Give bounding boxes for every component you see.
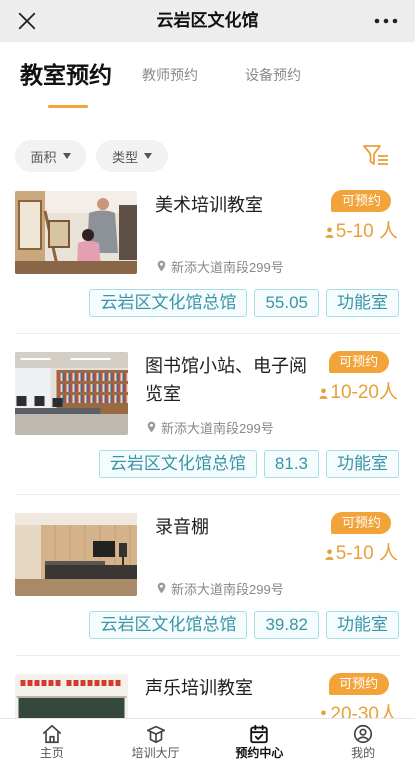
- room-tags: 云岩区文化馆总馆 39.82 功能室: [89, 611, 399, 639]
- status-badge: 可预约: [331, 512, 392, 534]
- status-badge: 可预约: [328, 351, 389, 373]
- room-status-column: 可预约 5-10 人: [325, 190, 398, 243]
- nav-item-home[interactable]: 主页: [0, 719, 104, 771]
- venue-tag: 云岩区文化馆总馆: [98, 450, 257, 478]
- filter-icon-graphic: [363, 145, 388, 165]
- user-icon: [352, 723, 374, 745]
- room-tags: 云岩区文化馆总馆 81.3 功能室: [98, 450, 399, 478]
- location-pin-icon: [147, 421, 156, 433]
- room-status-column: 可预约 5-10 人: [325, 512, 398, 565]
- close-icon-graphic: [18, 12, 36, 30]
- more-icon[interactable]: [373, 12, 399, 30]
- area-tag: 81.3: [263, 450, 319, 478]
- area-filter-label: 面积: [30, 149, 57, 165]
- capacity-value: 5-10 人: [335, 543, 398, 564]
- room-tags: 云岩区文化馆总馆 55.05 功能室: [89, 289, 399, 317]
- venue-tag: 云岩区文化馆总馆: [89, 289, 248, 317]
- room-status-column: 可预约 10-20人: [319, 351, 398, 404]
- room-title: 录音棚: [155, 517, 209, 537]
- more-icon-graphic: [374, 18, 398, 24]
- capacity-value: 10-20人: [330, 382, 398, 403]
- chevron-down-icon: [62, 153, 71, 159]
- divider: [15, 494, 400, 495]
- capacity: 5-10 人: [325, 543, 398, 565]
- person-icon: [325, 548, 334, 560]
- category-tag: 功能室: [326, 289, 399, 317]
- room-photo: [15, 352, 128, 435]
- calendar-icon: [248, 723, 270, 745]
- room-card[interactable]: 录音棚 可预约 5-10 人 新添大道南段299号 云岩区文化馆总馆 39.82…: [0, 512, 415, 673]
- category-tag: 功能室: [326, 611, 399, 639]
- capacity-value: 5-10 人: [335, 221, 398, 242]
- room-photo-image: [15, 513, 137, 596]
- room-title: 图书馆小站、电子阅览室: [145, 356, 307, 404]
- room-card[interactable]: 图书馆小站、电子阅览室 可预约 10-20人 新添大道南段299号 云岩区文化馆…: [0, 351, 415, 512]
- address-text: 新添大道南段299号: [171, 581, 284, 597]
- location-pin-icon: [157, 260, 166, 272]
- filter-icon[interactable]: [362, 143, 390, 169]
- venue-tag: 云岩区文化馆总馆: [89, 611, 248, 639]
- type-filter-dropdown[interactable]: 类型: [96, 140, 168, 172]
- person-icon: [319, 387, 328, 399]
- booking-tabs: 教室预约 教师预约 设备预约: [0, 42, 415, 128]
- room-photo-image: [15, 191, 137, 274]
- tab-teacher-booking[interactable]: 教师预约: [142, 65, 198, 85]
- nav-label: 培训大厅: [131, 746, 180, 760]
- room-list: 美术培训教室 可预约 5-10 人 新添大道南段299号 云岩区文化馆总馆 55…: [0, 190, 415, 768]
- type-filter-label: 类型: [111, 149, 138, 165]
- top-bar: 云岩区文化馆: [0, 0, 415, 42]
- room-address: 新添大道南段299号: [157, 579, 284, 597]
- person-icon: [325, 226, 334, 238]
- room-card[interactable]: 美术培训教室 可预约 5-10 人 新添大道南段299号 云岩区文化馆总馆 55…: [0, 190, 415, 351]
- nav-label: 我的: [351, 746, 376, 760]
- capacity: 5-10 人: [325, 221, 398, 243]
- tab-classroom-booking[interactable]: 教室预约: [20, 59, 112, 91]
- area-tag: 39.82: [254, 611, 319, 639]
- location-pin-icon: [157, 582, 166, 594]
- training-hall-icon: [145, 723, 167, 745]
- nav-item-me[interactable]: 我的: [311, 719, 415, 771]
- category-tag: 功能室: [326, 450, 399, 478]
- divider: [15, 655, 400, 656]
- page-title: 云岩区文化馆: [156, 11, 259, 30]
- status-badge: 可预约: [328, 673, 389, 695]
- address-text: 新添大道南段299号: [171, 259, 284, 275]
- address-text: 新添大道南段299号: [161, 420, 274, 436]
- room-photo: [15, 513, 137, 596]
- home-icon: [41, 723, 63, 745]
- room-photo: [15, 191, 137, 274]
- nav-item-training-hall[interactable]: 培训大厅: [104, 719, 208, 771]
- nav-item-booking-center[interactable]: 预约中心: [208, 719, 312, 771]
- room-photo-image: [15, 352, 128, 435]
- active-tab-indicator: [48, 105, 88, 108]
- room-title: 美术培训教室: [155, 195, 263, 215]
- nav-label: 主页: [39, 746, 64, 760]
- area-filter-dropdown[interactable]: 面积: [15, 140, 86, 172]
- area-tag: 55.05: [254, 289, 319, 317]
- room-address: 新添大道南段299号: [147, 418, 274, 436]
- divider: [15, 333, 400, 334]
- tab-equipment-booking[interactable]: 设备预约: [245, 65, 301, 85]
- status-badge: 可预约: [331, 190, 392, 212]
- room-address: 新添大道南段299号: [157, 257, 284, 275]
- nav-label: 预约中心: [235, 746, 284, 760]
- room-title: 声乐培训教室: [145, 678, 253, 698]
- capacity: 10-20人: [319, 382, 398, 404]
- chevron-down-icon: [144, 153, 152, 159]
- bottom-navigation: 主页 培训大厅 预约中心 我的: [0, 718, 415, 771]
- close-icon[interactable]: [17, 11, 37, 31]
